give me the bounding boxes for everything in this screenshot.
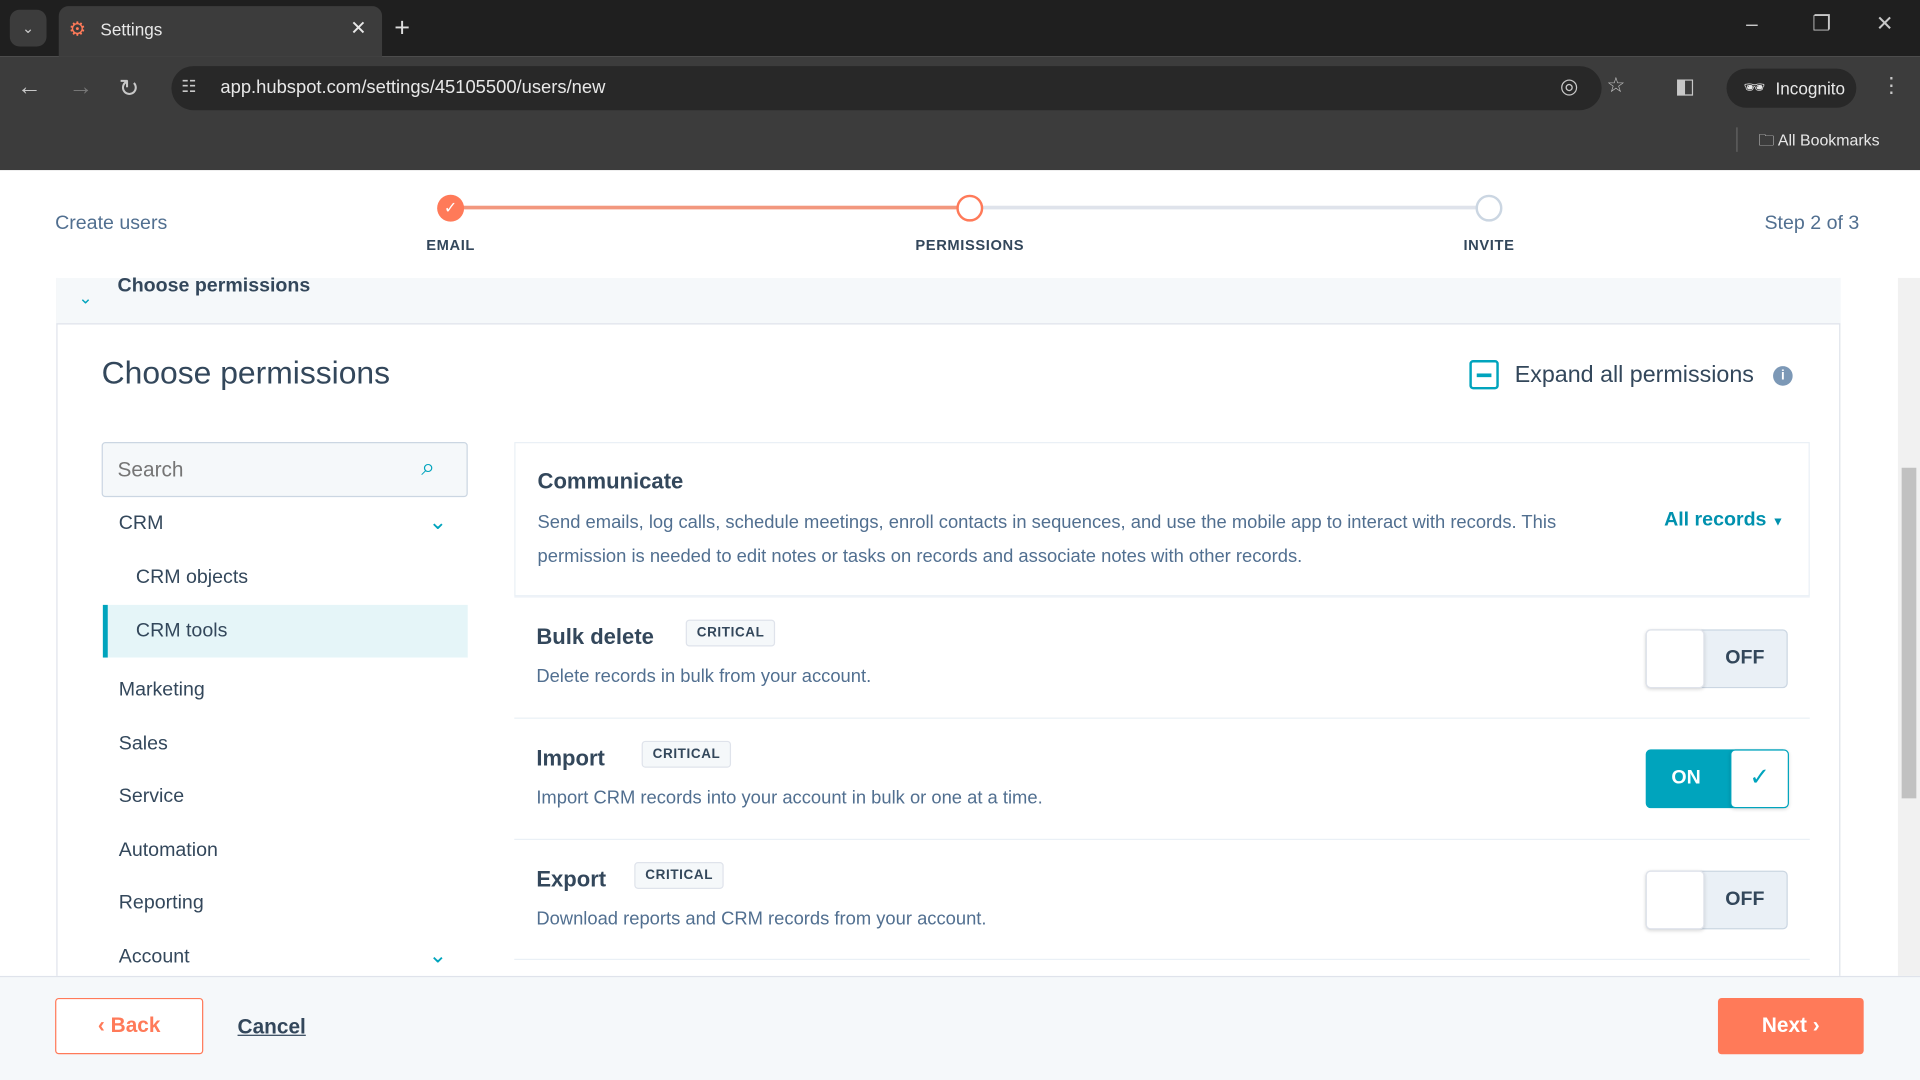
- bulk-delete-toggle[interactable]: OFF: [1645, 629, 1788, 689]
- critical-badge: CRITICAL: [641, 740, 732, 768]
- bookmarks-label: All Bookmarks: [1777, 131, 1880, 150]
- back-icon[interactable]: ←: [17, 73, 41, 101]
- critical-badge: CRITICAL: [634, 862, 725, 889]
- menu-icon[interactable]: ⋮: [1881, 73, 1902, 97]
- records-dropdown[interactable]: All records ▼: [1664, 509, 1784, 531]
- back-label: Back: [110, 1013, 161, 1038]
- sidebar-item-service[interactable]: Service: [119, 786, 184, 808]
- permission-description: Download reports and CRM records from yo…: [536, 908, 987, 930]
- close-tab-icon[interactable]: ✕: [350, 16, 366, 40]
- browser-tab[interactable]: ⚙ Settings ✕: [58, 6, 383, 57]
- import-toggle[interactable]: ON ✓: [1645, 749, 1789, 809]
- section-title: Choose permissions: [101, 353, 391, 391]
- permission-description: Delete records in bulk from your account…: [536, 666, 872, 687]
- step-email-label: EMAIL: [426, 236, 476, 254]
- permission-row-export: Export CRITICAL Download reports and CRM…: [514, 838, 1810, 961]
- wizard-header: [0, 170, 1920, 278]
- search-icon[interactable]: ⌕: [421, 454, 435, 482]
- collapse-header[interactable]: ⌄ Choose permissions: [56, 275, 1841, 325]
- sidebar-item-crm[interactable]: CRM: [119, 513, 164, 535]
- incognito-icon: 🕶: [1743, 77, 1766, 97]
- permission-row-communicate: Communicate Send emails, log calls, sche…: [514, 442, 1810, 597]
- search-input[interactable]: [102, 443, 409, 496]
- toggle-label: OFF: [1725, 888, 1765, 910]
- scrollbar-thumb[interactable]: [1901, 467, 1917, 799]
- hubspot-logo-icon: ⚙: [68, 19, 87, 41]
- sidebar-item-sales[interactable]: Sales: [119, 733, 168, 755]
- next-label: Next: [1761, 1013, 1808, 1038]
- folder-icon: 🗀: [1758, 131, 1775, 150]
- new-tab-button[interactable]: +: [394, 12, 410, 44]
- toggle-label: OFF: [1725, 647, 1765, 669]
- step-counter: Step 2 of 3: [1764, 213, 1860, 234]
- permission-title: Export: [536, 866, 607, 892]
- sidebar-item-marketing[interactable]: Marketing: [119, 680, 205, 702]
- chevron-down-icon: ⌄: [78, 287, 93, 308]
- eye-off-icon[interactable]: ◎: [1560, 75, 1578, 99]
- permission-row-bulk-delete: Bulk delete CRITICAL Delete records in b…: [514, 596, 1810, 718]
- restore-icon[interactable]: ❐: [1812, 12, 1831, 36]
- all-bookmarks[interactable]: 🗀 All Bookmarks: [1758, 130, 1879, 157]
- url-text: app.hubspot.com/settings/45105500/users/…: [220, 77, 606, 98]
- toggle-label: ON: [1671, 767, 1701, 789]
- caret-down-icon: ▼: [1771, 515, 1785, 529]
- chevron-down-icon[interactable]: ⌄: [429, 943, 447, 969]
- divider: [1736, 127, 1738, 152]
- tab-search-button[interactable]: ⌄: [9, 9, 47, 47]
- sidebar-item-account[interactable]: Account: [119, 947, 190, 969]
- scrollbar[interactable]: [1897, 277, 1920, 976]
- permission-description: Import CRM records into your account in …: [536, 787, 1043, 809]
- permission-description: Send emails, log calls, schedule meeting…: [537, 511, 1557, 567]
- cancel-link[interactable]: Cancel: [238, 1015, 306, 1039]
- forward-icon[interactable]: →: [69, 73, 93, 101]
- progress-line-done: [462, 205, 958, 210]
- sidebar-item-label: CRM tools: [135, 620, 228, 642]
- star-icon[interactable]: ☆: [1607, 73, 1626, 97]
- sidebar-item-crm-tools[interactable]: CRM tools: [102, 604, 468, 658]
- tab-title: Settings: [100, 19, 163, 40]
- permission-title: Import: [536, 745, 605, 771]
- site-info-icon[interactable]: ☷: [181, 76, 196, 97]
- step-current-dot: [956, 194, 984, 222]
- step-permissions-label: PERMISSIONS: [915, 236, 1025, 254]
- permission-title: Bulk delete: [536, 624, 654, 649]
- expand-all-checkbox[interactable]: [1469, 360, 1499, 390]
- step-invite-label: INVITE: [1463, 236, 1515, 254]
- sidebar-item-reporting[interactable]: Reporting: [119, 893, 204, 915]
- sidebar-item-automation[interactable]: Automation: [119, 840, 218, 862]
- collapse-title: Choose permissions: [117, 275, 311, 297]
- minimize-icon[interactable]: –: [1746, 12, 1758, 36]
- chevron-left-icon: ‹: [97, 1013, 105, 1038]
- step-done-check-icon: ✓: [437, 194, 465, 222]
- sidebar-item-crm-objects[interactable]: CRM objects: [136, 567, 248, 589]
- expand-all-label[interactable]: Expand all permissions: [1515, 362, 1754, 389]
- address-bar[interactable]: ☷ app.hubspot.com/settings/45105500/user…: [171, 66, 1625, 111]
- info-icon[interactable]: i: [1773, 366, 1793, 386]
- dropdown-value: All records: [1664, 509, 1767, 531]
- search-input-wrapper[interactable]: ⌕: [101, 442, 468, 498]
- export-toggle[interactable]: OFF: [1645, 870, 1788, 930]
- check-icon: ✓: [1730, 749, 1789, 809]
- chevron-down-icon[interactable]: ⌄: [429, 509, 447, 535]
- reload-icon[interactable]: ↻: [119, 73, 140, 104]
- permission-title: Communicate: [537, 468, 684, 494]
- next-button[interactable]: Next ›: [1717, 997, 1864, 1055]
- close-window-icon[interactable]: ✕: [1876, 12, 1893, 36]
- back-button[interactable]: ‹ Back: [55, 997, 204, 1055]
- page-title: Create users: [55, 213, 168, 234]
- incognito-label: Incognito: [1775, 78, 1846, 98]
- chevron-right-icon: ›: [1812, 1013, 1820, 1038]
- progress-line-pending: [982, 205, 1477, 210]
- step-pending-dot: [1475, 194, 1503, 222]
- permission-row-import: Import CRITICAL Import CRM records into …: [514, 717, 1810, 839]
- critical-badge: CRITICAL: [685, 619, 776, 647]
- side-panel-icon[interactable]: ◧: [1675, 75, 1695, 99]
- incognito-badge[interactable]: 🕶 Incognito: [1726, 68, 1857, 108]
